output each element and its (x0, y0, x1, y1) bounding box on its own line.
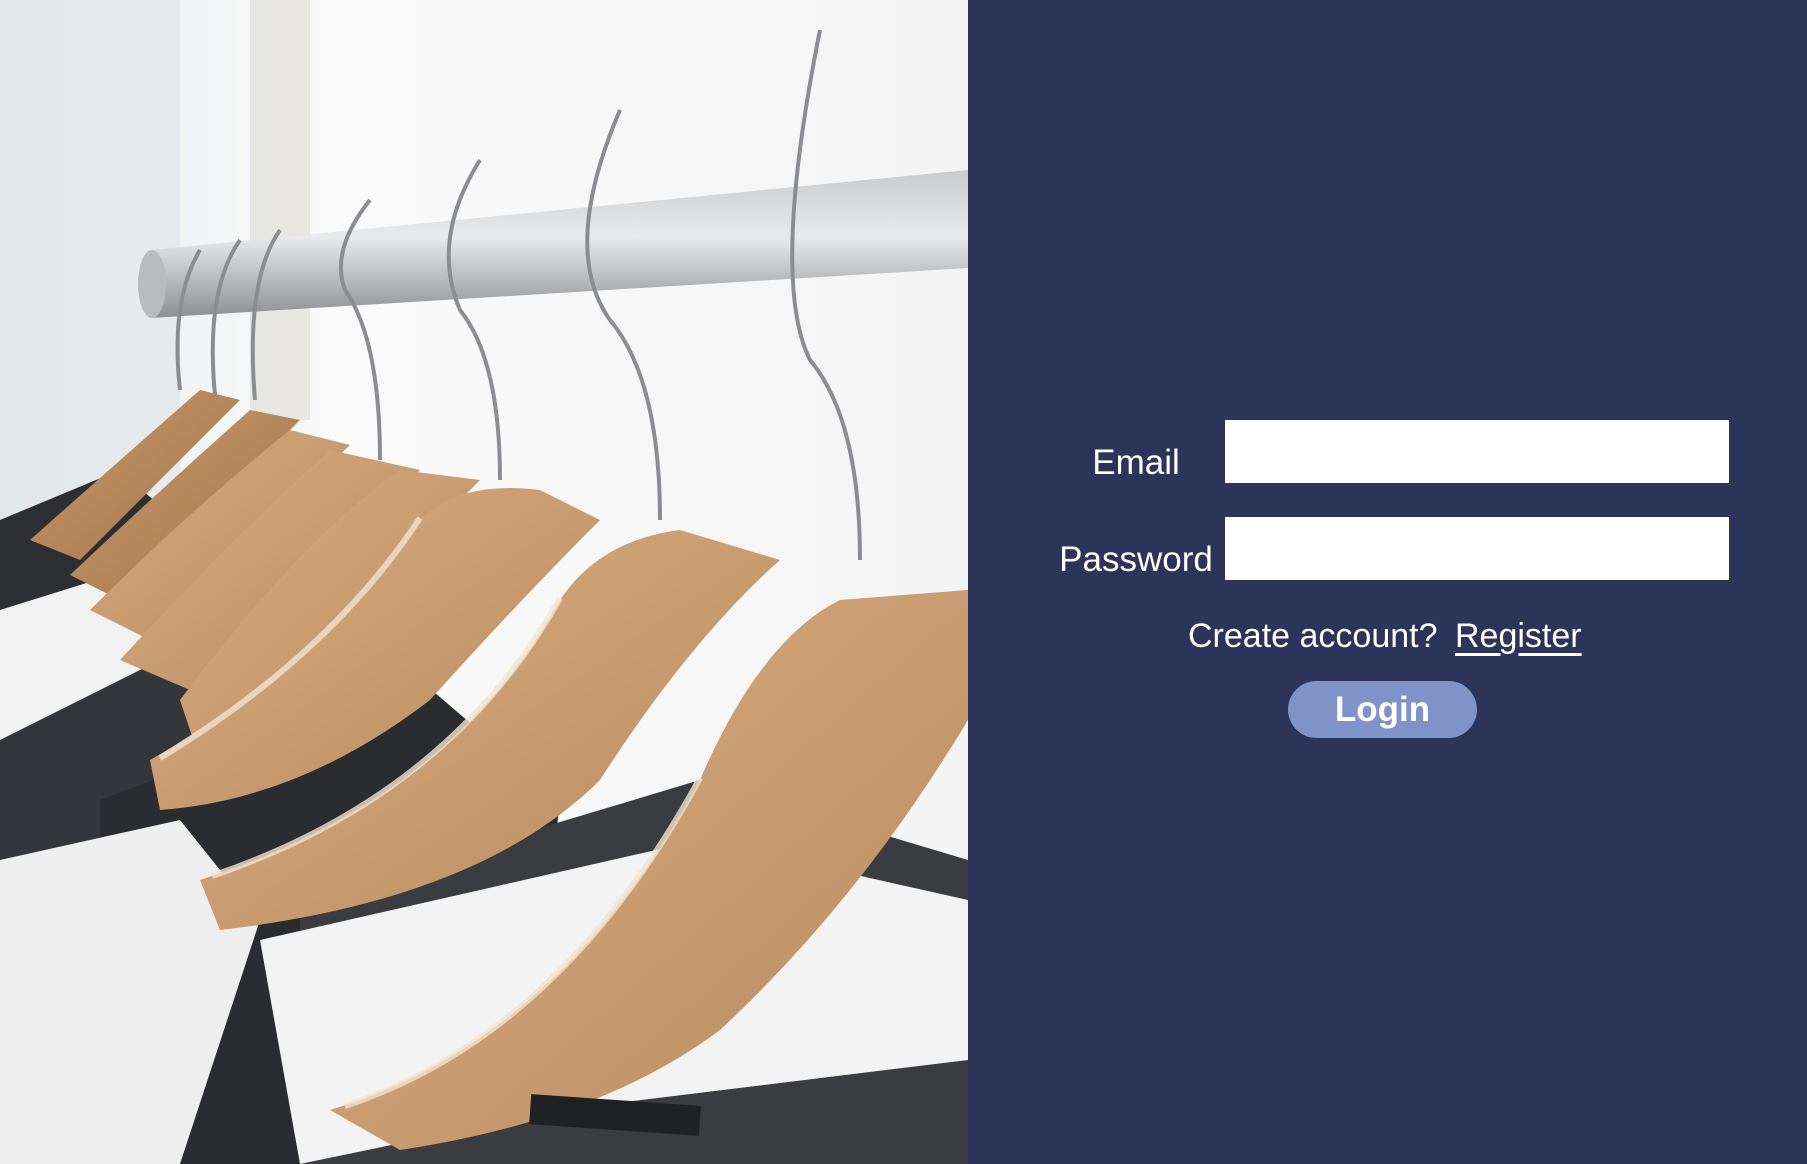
email-label: Email (1092, 443, 1180, 482)
register-prompt: Create account? (1188, 617, 1438, 655)
login-panel: Email Password Create account? Register … (968, 0, 1807, 1164)
password-label: Password (1059, 540, 1213, 579)
login-button[interactable]: Login (1288, 681, 1477, 738)
email-field[interactable] (1225, 420, 1729, 483)
register-row: Create account? Register (968, 614, 1807, 658)
clothes-hangers-photo (0, 0, 968, 1164)
password-field[interactable] (1225, 517, 1729, 580)
hero-image (0, 0, 968, 1164)
register-link[interactable]: Register (1455, 614, 1582, 658)
login-page: Email Password Create account? Register … (0, 0, 1807, 1164)
